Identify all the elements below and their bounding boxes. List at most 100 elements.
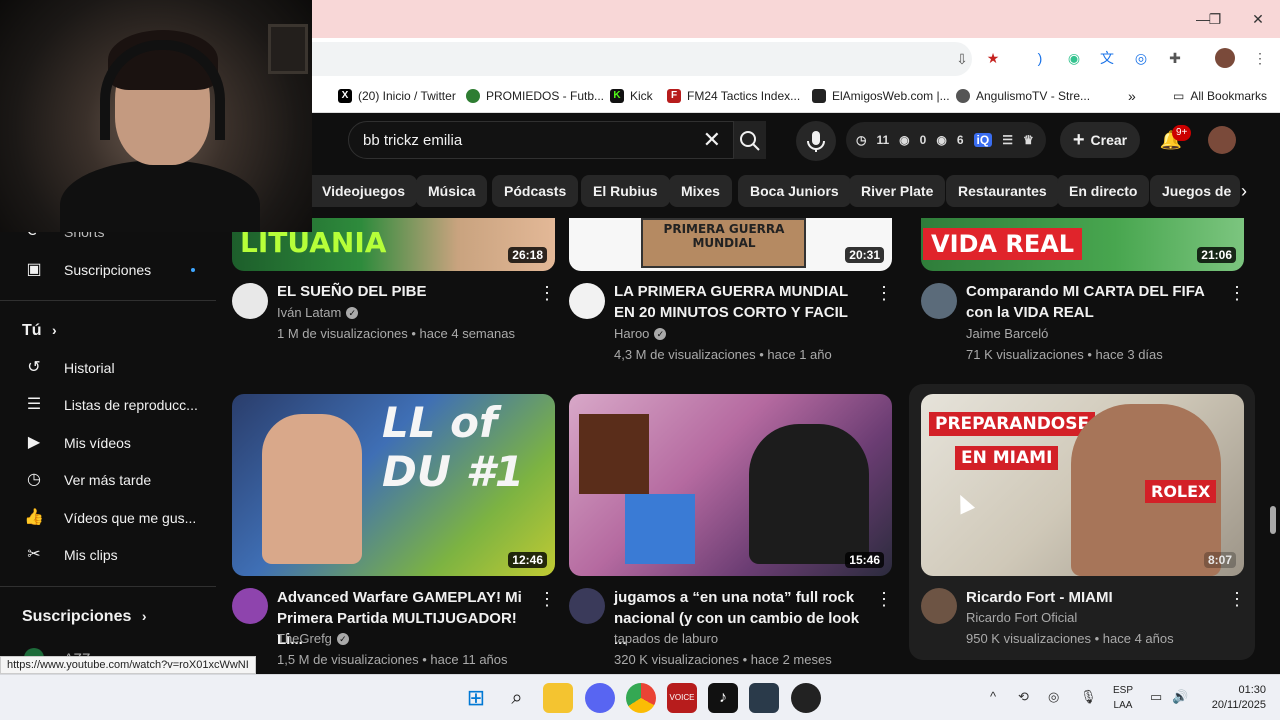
maximize-icon[interactable]: ❐ [1204, 8, 1226, 30]
status-bar-url: https://www.youtube.com/watch?v=roX01xcW… [0, 656, 256, 674]
bookmark-twitter[interactable]: X (20) Inicio / Twitter [338, 86, 456, 106]
clear-search-icon[interactable]: ✕ [703, 128, 721, 152]
tray-app-icon[interactable]: ◎ [1048, 689, 1059, 705]
chrome-icon[interactable] [626, 683, 656, 713]
channel-avatar[interactable] [921, 588, 957, 624]
chip-el-rubius[interactable]: El Rubius [581, 175, 670, 207]
address-bar[interactable]: ⇩ [312, 42, 972, 76]
channel-avatar[interactable] [232, 283, 268, 319]
chip-mixes[interactable]: Mixes [669, 175, 732, 207]
more-options-icon[interactable]: ⋮ [1228, 283, 1246, 304]
menu-kebab-icon[interactable]: ⋮ [1250, 48, 1270, 68]
more-options-icon[interactable]: ⋮ [1228, 589, 1246, 610]
channel-name[interactable]: tapados de laburo [614, 631, 718, 646]
bookmark-promiedos[interactable]: PROMIEDOS - Futb... [466, 86, 604, 106]
bookmark-fm24[interactable]: F FM24 Tactics Index... [667, 86, 800, 106]
sidebar-item-my-videos[interactable]: ▶ Mis vídeos [12, 425, 212, 461]
chevron-right-icon[interactable]: › [1226, 175, 1262, 207]
tray-mic-icon[interactable]: 🎙 [1080, 689, 1097, 705]
bookmark-elamigos[interactable]: ElAmigosWeb.com |... [812, 86, 950, 106]
tray-sync-icon[interactable]: ⟲ [1018, 689, 1029, 705]
more-options-icon[interactable]: ⋮ [875, 589, 893, 610]
video-thumbnail[interactable]: PRIMERA GUERRA MUNDIAL 20:31 [569, 218, 892, 271]
tray-network-icon[interactable]: ▭ [1150, 689, 1162, 705]
search-input[interactable]: bb trickz emilia ✕ [348, 121, 734, 159]
thumbnail-photo [625, 494, 695, 564]
chip-restaurantes[interactable]: Restaurantes [946, 175, 1059, 207]
video-title[interactable]: EL SUEÑO DEL PIBE [277, 281, 527, 302]
page-scrollbar[interactable] [1266, 218, 1280, 674]
search-button[interactable] [734, 121, 766, 159]
channel-name[interactable]: Ricardo Fort Oficial [966, 610, 1077, 625]
bookmarks-overflow-icon[interactable]: » [1128, 86, 1136, 106]
sidebar-item-history[interactable]: ↺ Historial [12, 350, 212, 386]
translate-icon[interactable]: 文 [1097, 48, 1117, 68]
file-explorer-icon[interactable] [543, 683, 573, 713]
chip-river-plate[interactable]: River Plate [849, 175, 946, 207]
tray-chevron-icon[interactable]: ^ [990, 689, 996, 704]
tiktok-icon[interactable]: ♪ [708, 683, 738, 713]
channel-name[interactable]: Iván Latam ✓ [277, 305, 359, 320]
all-bookmarks[interactable]: ▭ All Bookmarks [1173, 86, 1267, 106]
taskbar-search-icon[interactable]: ⌕ [502, 683, 532, 713]
create-button[interactable]: + Crear [1060, 122, 1140, 158]
video-thumbnail[interactable]: PREPARANDOSE EN MIAMI ROLEX 8:07 [921, 394, 1244, 576]
video-title[interactable]: Comparando MI CARTA DEL FIFA con la VIDA… [966, 281, 1216, 323]
sidebar-subscriptions-header[interactable]: Suscripciones › [22, 608, 147, 626]
voicemeeter-icon[interactable]: VOICE [667, 683, 697, 713]
sidebar-item-watch-later[interactable]: ◷ Ver más tarde [12, 462, 212, 498]
channel-name[interactable]: TheGrefg ✓ [277, 631, 349, 646]
discord-icon[interactable] [585, 683, 615, 713]
chip-podcasts[interactable]: Pódcasts [492, 175, 579, 207]
more-options-icon[interactable]: ⋮ [538, 283, 556, 304]
video-thumbnail[interactable]: VIDA REAL 21:06 [921, 218, 1244, 271]
chip-musica[interactable]: Música [416, 175, 488, 207]
voice-search-button[interactable] [796, 121, 836, 161]
sidebar-you-header[interactable]: Tú › [22, 322, 57, 340]
more-options-icon[interactable]: ⋮ [538, 589, 556, 610]
extensions-puzzle-icon[interactable]: ✚ [1165, 48, 1185, 68]
chip-boca-juniors[interactable]: Boca Juniors [738, 175, 851, 207]
obs-app-icon[interactable] [749, 683, 779, 713]
taskbar-clock[interactable]: 01:30 20/11/2025 [1196, 683, 1266, 713]
channel-avatar[interactable] [569, 283, 605, 319]
sidebar-item-subscriptions[interactable]: ▣ Suscripciones [12, 252, 212, 288]
scrollbar-thumb[interactable] [1270, 506, 1276, 534]
extension-stats-bar[interactable]: ◷ 11 ◉ 0 ◉ 6 iQ ☰ ♛ [846, 122, 1046, 158]
profile-avatar[interactable] [1215, 48, 1235, 68]
chip-videojuegos[interactable]: Videojuegos [312, 175, 417, 207]
thumbnail-group [749, 424, 869, 564]
account-avatar[interactable] [1208, 126, 1236, 154]
close-window-icon[interactable]: ✕ [1247, 8, 1269, 30]
sidebar-item-liked[interactable]: 👍 Vídeos que me gus... [12, 500, 212, 536]
windows-start-icon[interactable]: ⊞ [461, 683, 491, 713]
language-indicator[interactable]: ESP LAA [1108, 683, 1138, 713]
channel-name[interactable]: Haroo ✓ [614, 326, 667, 341]
extension-green-icon[interactable]: ◉ [1064, 48, 1084, 68]
install-icon[interactable]: ⇩ [952, 49, 972, 69]
channel-avatar[interactable] [232, 588, 268, 624]
extension-audio-icon[interactable]: ) [1030, 48, 1050, 68]
sidebar-item-clips[interactable]: ✂ Mis clips [12, 537, 212, 573]
channel-avatar[interactable] [921, 283, 957, 319]
more-options-icon[interactable]: ⋮ [875, 283, 893, 304]
video-thumbnail[interactable]: LL of DU #1 12:46 [232, 394, 555, 576]
chip-en-directo[interactable]: En directo [1057, 175, 1150, 207]
bookmark-star-icon[interactable]: ★ [983, 48, 1003, 68]
video-thumbnail[interactable]: 15:46 [569, 394, 892, 576]
iq-icon: iQ [973, 133, 993, 147]
video-title[interactable]: LA PRIMERA GUERRA MUNDIAL EN 20 MINUTOS … [614, 281, 864, 323]
channel-avatar[interactable] [569, 588, 605, 624]
obs-studio-icon[interactable] [791, 683, 821, 713]
video-title[interactable]: Ricardo Fort - MIAMI [966, 587, 1216, 608]
tray-volume-icon[interactable]: 🔊 [1172, 689, 1188, 705]
bookmark-kick[interactable]: K Kick [610, 86, 653, 106]
channel-name[interactable]: Jaime Barceló [966, 326, 1048, 341]
video-meta: 4,3 M de visualizaciones • hace 1 año [614, 347, 832, 362]
video-duration: 20:31 [845, 247, 884, 263]
folder-icon: ▭ [1173, 89, 1185, 103]
bookmark-angulismo[interactable]: AngulismoTV - Stre... [956, 86, 1090, 106]
sidebar-item-playlists[interactable]: ☰ Listas de reproducc... [12, 387, 212, 423]
extension-blue-icon[interactable]: ◎ [1131, 48, 1151, 68]
divider [0, 586, 216, 587]
